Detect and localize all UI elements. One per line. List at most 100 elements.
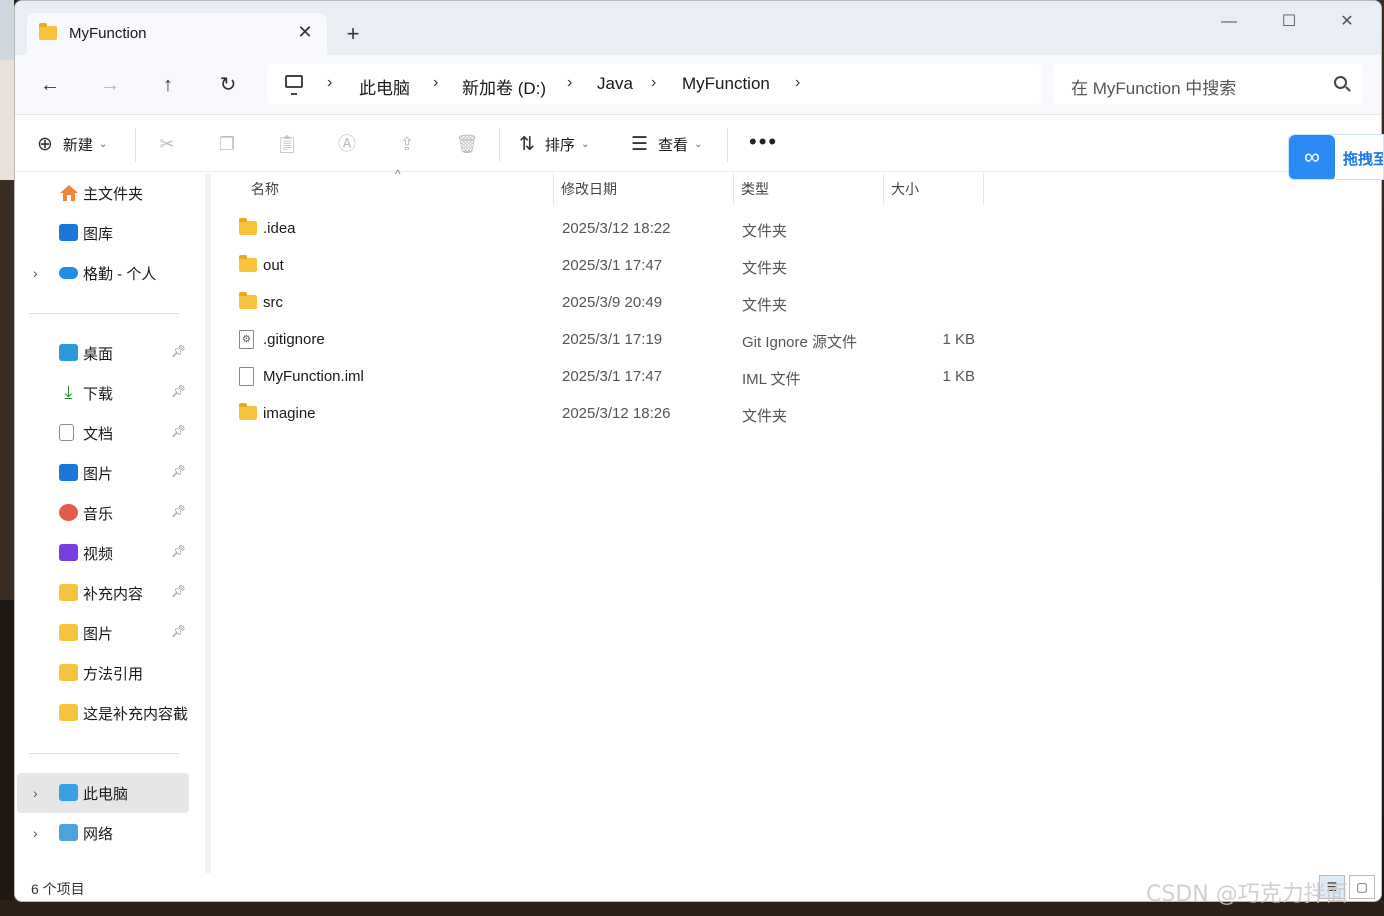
chevron-right-icon[interactable]: › xyxy=(651,74,656,92)
refresh-button[interactable]: ↻ xyxy=(213,71,243,101)
search-input[interactable]: 在 MyFunction 中搜索 xyxy=(1053,64,1363,104)
sidebar-item-videos[interactable]: 视频 📌︎ xyxy=(17,535,189,571)
pin-icon: 📌︎ xyxy=(171,424,187,438)
pictures-icon xyxy=(59,464,78,481)
chevron-right-icon[interactable]: › xyxy=(33,265,38,281)
sidebar-item-this-pc[interactable]: › 此电脑 xyxy=(17,773,189,813)
tab-close-button[interactable]: ✕ xyxy=(295,22,315,42)
sidebar-item-label: 网络 xyxy=(83,826,114,843)
forward-button[interactable]: → xyxy=(95,71,125,101)
file-size: 1 KB xyxy=(942,331,975,348)
delete-icon[interactable]: 🗑︎ xyxy=(455,132,479,156)
sidebar-item-desktop[interactable]: 桌面 📌︎ xyxy=(17,335,189,371)
chevron-right-icon[interactable]: › xyxy=(327,74,332,92)
copy-icon[interactable]: ❐ xyxy=(215,132,239,156)
close-window-button[interactable]: ✕ xyxy=(1319,9,1375,35)
view-list-icon: ☰ xyxy=(631,133,649,155)
column-header-date[interactable]: 修改日期 xyxy=(561,173,617,205)
breadcrumb-this-pc[interactable]: 此电脑 xyxy=(359,74,410,99)
column-header-size[interactable]: 大小 xyxy=(891,173,919,205)
address-bar-row: ← → ↑ ↻ › 此电脑 › 新加卷 (D:) › Java › MyFunc… xyxy=(15,55,1381,115)
chevron-down-icon: ⌄ xyxy=(580,138,590,150)
sidebar-item-method-reference[interactable]: 方法引用 xyxy=(17,655,189,691)
chevron-right-icon[interactable]: › xyxy=(433,74,438,92)
breadcrumb-java[interactable]: Java xyxy=(597,74,633,94)
more-options-button[interactable]: ••• xyxy=(749,129,778,155)
sidebar-item-label: 音乐 xyxy=(83,506,114,523)
divider xyxy=(29,753,179,754)
new-tab-button[interactable]: + xyxy=(339,21,367,49)
column-divider[interactable] xyxy=(883,173,884,205)
folder-icon xyxy=(239,255,257,272)
new-button[interactable]: ⊕ 新建 ⌄ xyxy=(37,130,107,158)
folder-icon xyxy=(59,584,78,601)
sidebar-item-label: 此电脑 xyxy=(83,786,129,803)
cut-icon[interactable]: ✂ xyxy=(155,132,179,156)
table-row[interactable]: imagine 2025/3/12 18:26 文件夹 xyxy=(213,396,1013,433)
chevron-right-icon[interactable]: › xyxy=(567,74,572,92)
chevron-right-icon[interactable]: › xyxy=(33,785,38,801)
back-button[interactable]: ← xyxy=(35,71,65,101)
file-name: MyFunction.iml xyxy=(263,368,364,385)
breadcrumb-drive-d[interactable]: 新加卷 (D:) xyxy=(462,74,546,99)
column-divider[interactable] xyxy=(733,173,734,205)
sidebar-item-pictures-folder[interactable]: 图片 📌︎ xyxy=(17,615,189,651)
sort-button[interactable]: ⇅ 排序 ⌄ xyxy=(519,130,589,158)
pin-icon: 📌︎ xyxy=(171,464,187,478)
view-button[interactable]: ☰ 查看 ⌄ xyxy=(631,130,702,158)
table-row[interactable]: ⚙ .gitignore 2025/3/1 17:19 Git Ignore 源… xyxy=(213,322,1013,359)
minimize-button[interactable]: — xyxy=(1201,9,1257,35)
sidebar-item-gallery[interactable]: 图库 xyxy=(17,215,189,251)
video-icon xyxy=(59,544,78,561)
sidebar-item-pictures[interactable]: 图片 📌︎ xyxy=(17,455,189,491)
rename-icon[interactable]: Ⓐ xyxy=(335,132,359,156)
baidu-netdisk-widget[interactable]: ∞ 拖拽至 xyxy=(1288,134,1384,180)
chevron-right-icon[interactable]: › xyxy=(33,825,38,841)
sidebar-item-downloads[interactable]: ⤓ 下载 📌︎ xyxy=(17,375,189,411)
computer-icon[interactable] xyxy=(285,75,303,95)
table-row[interactable]: .idea 2025/3/12 18:22 文件夹 xyxy=(213,211,1013,248)
column-divider[interactable] xyxy=(983,173,984,205)
sidebar-item-supplement-screenshot[interactable]: 这是补充内容截 xyxy=(17,695,189,731)
sidebar-item-network[interactable]: › 网络 xyxy=(17,815,189,851)
breadcrumb[interactable]: › 此电脑 › 新加卷 (D:) › Java › MyFunction › xyxy=(267,64,1041,104)
sidebar-item-label: 图片 xyxy=(83,466,114,483)
sidebar-item-music[interactable]: 音乐 📌︎ xyxy=(17,495,189,531)
table-row[interactable]: src 2025/3/9 20:49 文件夹 xyxy=(213,285,1013,322)
sidebar-item-documents[interactable]: 文档 📌︎ xyxy=(17,415,189,451)
sidebar-item-home[interactable]: 主文件夹 xyxy=(17,175,189,211)
maximize-button[interactable]: ☐ xyxy=(1261,9,1317,35)
file-date: 2025/3/1 17:19 xyxy=(562,331,663,348)
paste-icon[interactable]: 📋︎ xyxy=(275,132,299,156)
chevron-right-icon[interactable]: › xyxy=(795,74,800,92)
document-icon xyxy=(59,424,74,441)
sort-ascending-icon: ^ xyxy=(395,167,401,181)
sidebar-item-onedrive[interactable]: › 格勤 - 个人 xyxy=(17,255,189,291)
tiles-view-button[interactable]: ▢ xyxy=(1349,875,1375,899)
download-icon: ⤓ xyxy=(64,382,73,402)
sidebar-item-label: 图库 xyxy=(83,226,114,243)
sort-icon: ⇅ xyxy=(519,133,535,155)
share-icon[interactable]: ⇪ xyxy=(395,132,419,156)
file-type: Git Ignore 源文件 xyxy=(742,334,858,351)
breadcrumb-myfunction[interactable]: MyFunction xyxy=(682,74,770,94)
tab-myfunction[interactable]: MyFunction ✕ xyxy=(27,13,327,55)
column-header-name[interactable]: 名称 xyxy=(251,173,279,205)
file-name: imagine xyxy=(263,405,316,422)
new-label: 新建 xyxy=(62,136,93,154)
watermark: CSDN @巧克力拌面 xyxy=(1146,882,1348,907)
file-type: 文件夹 xyxy=(742,408,788,425)
item-count: 6 个项目 xyxy=(31,881,85,897)
column-divider[interactable] xyxy=(553,173,554,205)
sidebar-item-supplement[interactable]: 补充内容 📌︎ xyxy=(17,575,189,611)
pin-icon: 📌︎ xyxy=(171,384,187,398)
search-icon xyxy=(1334,76,1347,89)
up-button[interactable]: ↑ xyxy=(153,71,183,101)
folder-icon xyxy=(239,218,257,235)
table-row[interactable]: MyFunction.iml 2025/3/1 17:47 IML 文件 1 K… xyxy=(213,359,1013,396)
file-type: 文件夹 xyxy=(742,260,788,277)
desktop-background-left xyxy=(0,0,14,916)
search-placeholder: 在 MyFunction 中搜索 xyxy=(1071,79,1237,98)
column-header-type[interactable]: 类型 xyxy=(741,173,769,205)
table-row[interactable]: out 2025/3/1 17:47 文件夹 xyxy=(213,248,1013,285)
